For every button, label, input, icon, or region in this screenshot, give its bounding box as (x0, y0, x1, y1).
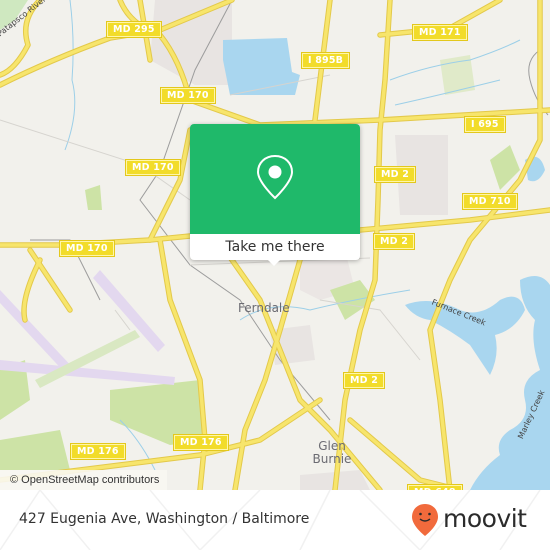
ramp (28, 248, 72, 312)
road-shield-md-171: MD 171 (413, 25, 467, 40)
minor-road (319, 299, 421, 361)
reservoir-water (223, 38, 300, 95)
moovit-pin-icon (412, 504, 438, 536)
road-shield-md-170: MD 170 (60, 241, 114, 256)
road-shield-md-2: MD 2 (344, 373, 385, 388)
place-label-ferndale: Ferndale (238, 301, 290, 315)
stream (64, 0, 76, 151)
park (440, 55, 475, 95)
take-me-there-button[interactable]: Take me there (190, 234, 360, 260)
address-text: 427 Eugenia Ave, Washington / Baltimore (19, 511, 310, 527)
road-shield-md-176: MD 176 (174, 435, 228, 450)
map[interactable]: MD 295 MD 171 MD 170 I 895B I 695 MD 170… (0, 0, 550, 490)
road-shield-md-2: MD 2 (375, 167, 416, 182)
moovit-wordmark: moovit (443, 504, 527, 533)
furnace-creek-water (405, 296, 525, 375)
park (0, 430, 70, 470)
road-shield-md-176: MD 176 (71, 444, 125, 459)
road-shield-md-170: MD 170 (126, 160, 180, 175)
road-shield-md-2: MD 2 (374, 234, 415, 249)
road-shield-i-695: I 695 (465, 117, 505, 132)
popup-header (190, 124, 360, 234)
popup-pointer (266, 258, 282, 266)
map-pin-icon (256, 154, 294, 200)
place-label-glen-burnie: Glen Burnie (310, 440, 354, 466)
place-label-line: Burnie (312, 452, 352, 466)
osm-attribution[interactable]: © OpenStreetMap contributors (0, 470, 168, 490)
road-shield-md-710: MD 710 (463, 194, 517, 209)
road-shield-i-895b: I 895B (302, 53, 350, 68)
road-shield-md-295: MD 295 (107, 22, 161, 37)
road (358, 208, 550, 232)
park (85, 185, 102, 210)
footer: 427 Eugenia Ave, Washington / Baltimore … (0, 490, 550, 550)
road-shield-md-170: MD 170 (161, 88, 215, 103)
take-me-there-popup[interactable]: Take me there (190, 124, 360, 266)
